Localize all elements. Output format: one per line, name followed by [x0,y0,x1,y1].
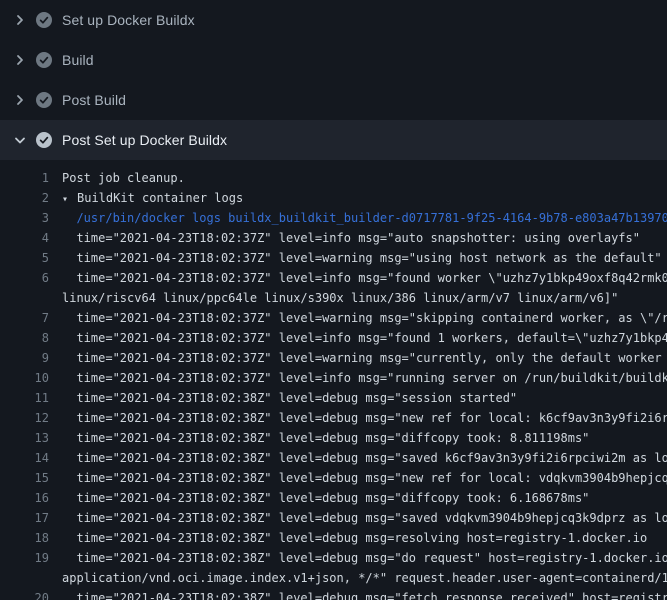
log-line-text: time="2021-04-23T18:02:37Z" level=info m… [62,331,667,345]
check-circle-icon [36,12,52,28]
log-line-text: time="2021-04-23T18:02:38Z" level=debug … [62,471,667,485]
log-line-text: linux/riscv64 linux/ppc64le linux/s390x … [62,291,618,305]
log-line-number[interactable]: 13 [0,428,49,448]
check-circle-icon [36,92,52,108]
log-view: 1 Post job cleanup. 2 ▾BuildKit container l… [0,160,667,600]
log-line: 18 time="2021-04-23T18:02:38Z" level=deb… [0,528,667,548]
log-line-number[interactable]: 8 [0,328,49,348]
log-group-caret-icon[interactable]: ▾ [62,190,77,208]
chevron-right-icon [12,92,28,108]
log-line-number[interactable]: 20 [0,588,49,600]
log-line-text: time="2021-04-23T18:02:38Z" level=debug … [62,431,589,445]
log-line-text: application/vnd.oci.image.index.v1+json,… [62,571,667,585]
step-title: Post Set up Docker Buildx [62,132,227,148]
log-line-number[interactable]: 6 [0,268,49,288]
log-line-number[interactable]: 2 [0,188,49,208]
step-title: Post Build [62,92,126,108]
step-header-build[interactable]: Build [0,40,667,80]
log-line: 2 ▾BuildKit container logs [0,188,667,208]
log-line: 5 time="2021-04-23T18:02:37Z" level=warn… [0,248,667,268]
log-line-number[interactable]: 15 [0,468,49,488]
log-line-text: time="2021-04-23T18:02:37Z" level=info m… [62,271,667,285]
chevron-right-icon [12,12,28,28]
log-line: 11 time="2021-04-23T18:02:38Z" level=deb… [0,388,667,408]
step-title: Build [62,52,94,68]
log-line-number[interactable]: 16 [0,488,49,508]
log-line-text: time="2021-04-23T18:02:38Z" level=debug … [62,551,667,565]
log-line: 3 /usr/bin/docker logs buildx_buildkit_b… [0,208,667,228]
step-title: Set up Docker Buildx [62,12,195,28]
log-line-text: time="2021-04-23T18:02:37Z" level=info m… [62,231,640,245]
log-line-text: time="2021-04-23T18:02:37Z" level=info m… [62,371,667,385]
log-line: 14 time="2021-04-23T18:02:38Z" level=deb… [0,448,667,468]
log-line-number[interactable]: 5 [0,248,49,268]
log-line-number[interactable]: 18 [0,528,49,548]
log-line: 4 time="2021-04-23T18:02:37Z" level=info… [0,228,667,248]
log-line-number[interactable]: 7 [0,308,49,328]
log-line-number[interactable]: 19 [0,548,49,568]
log-line-number[interactable]: 3 [0,208,49,228]
log-line-number[interactable]: 14 [0,448,49,468]
log-line-text: time="2021-04-23T18:02:37Z" level=warnin… [62,311,667,325]
log-line-number[interactable]: 4 [0,228,49,248]
steps-list: Set up Docker Buildx Build Post Build Post … [0,0,667,160]
log-line-number[interactable]: 10 [0,368,49,388]
log-line: 10 time="2021-04-23T18:02:37Z" level=inf… [0,368,667,388]
log-line-text: time="2021-04-23T18:02:38Z" level=debug … [62,411,667,425]
step-header-post-build[interactable]: Post Build [0,80,667,120]
chevron-right-icon [12,52,28,68]
log-line-continuation: application/vnd.oci.image.index.v1+json,… [0,568,667,588]
log-line-text: Post job cleanup. [62,171,185,185]
log-line: 7 time="2021-04-23T18:02:37Z" level=warn… [0,308,667,328]
log-line-number[interactable]: 11 [0,388,49,408]
log-line-continuation: linux/riscv64 linux/ppc64le linux/s390x … [0,288,667,308]
log-line-text: time="2021-04-23T18:02:37Z" level=warnin… [62,351,667,365]
log-line-text: time="2021-04-23T18:02:38Z" level=debug … [62,531,647,545]
log-line-number[interactable]: 1 [0,168,49,188]
log-line: 20 time="2021-04-23T18:02:38Z" level=deb… [0,588,667,600]
log-line: 17 time="2021-04-23T18:02:38Z" level=deb… [0,508,667,528]
check-circle-icon [36,132,52,148]
log-line: 8 time="2021-04-23T18:02:37Z" level=info… [0,328,667,348]
chevron-down-icon [12,132,28,148]
log-line: 13 time="2021-04-23T18:02:38Z" level=deb… [0,428,667,448]
log-line: 1 Post job cleanup. [0,168,667,188]
log-line-text: time="2021-04-23T18:02:38Z" level=debug … [62,591,667,600]
log-line-text: time="2021-04-23T18:02:38Z" level=debug … [62,511,667,525]
step-header-set-up-docker-buildx[interactable]: Set up Docker Buildx [0,0,667,40]
log-line: 12 time="2021-04-23T18:02:38Z" level=deb… [0,408,667,428]
log-line-number[interactable]: 12 [0,408,49,428]
log-line-text: BuildKit container logs [77,191,243,205]
log-line-text: time="2021-04-23T18:02:37Z" level=warnin… [62,251,662,265]
log-line: 16 time="2021-04-23T18:02:38Z" level=deb… [0,488,667,508]
log-line-text: time="2021-04-23T18:02:38Z" level=debug … [62,491,589,505]
log-command-text: /usr/bin/docker logs buildx_buildkit_bui… [62,211,667,225]
log-line-text: time="2021-04-23T18:02:38Z" level=debug … [62,391,517,405]
log-line-number[interactable]: 9 [0,348,49,368]
log-line: 15 time="2021-04-23T18:02:38Z" level=deb… [0,468,667,488]
log-line: 19 time="2021-04-23T18:02:38Z" level=deb… [0,548,667,568]
log-line: 9 time="2021-04-23T18:02:37Z" level=warn… [0,348,667,368]
log-line-number[interactable]: 17 [0,508,49,528]
check-circle-icon [36,52,52,68]
log-line-text: time="2021-04-23T18:02:38Z" level=debug … [62,451,667,465]
log-line: 6 time="2021-04-23T18:02:37Z" level=info… [0,268,667,288]
step-header-post-set-up-docker-buildx[interactable]: Post Set up Docker Buildx [0,120,667,160]
